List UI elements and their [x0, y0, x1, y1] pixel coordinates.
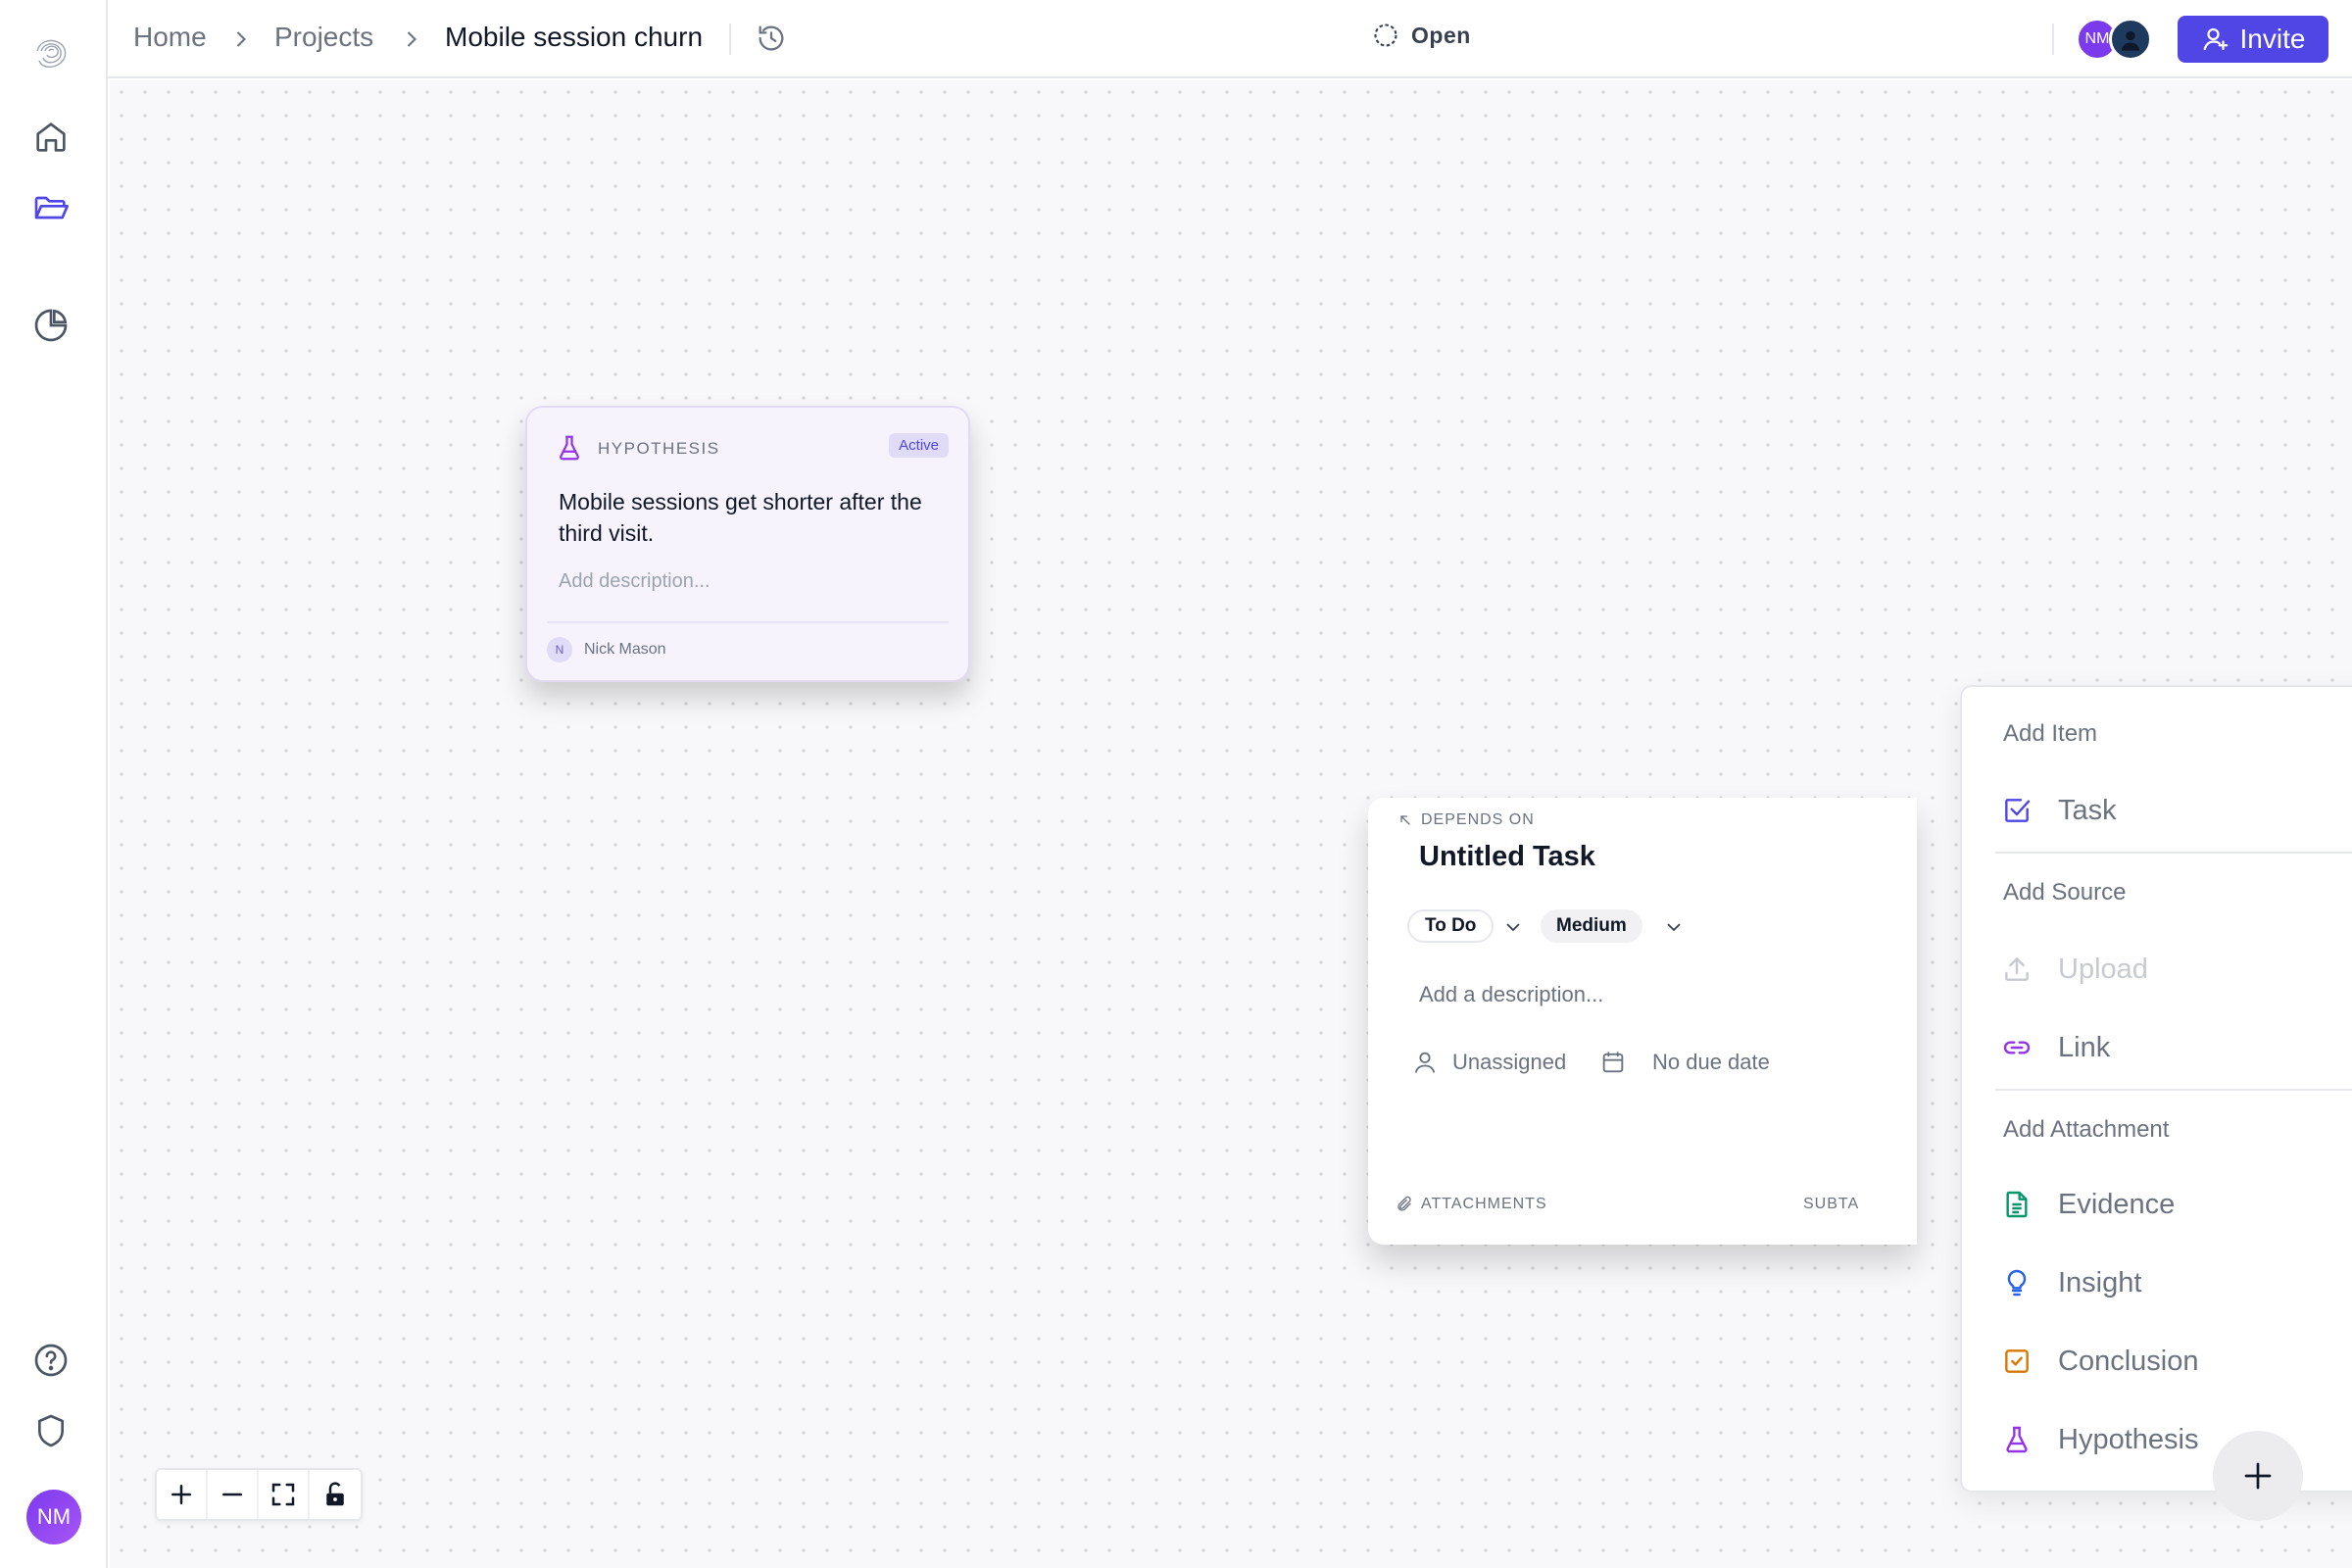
projects-folder-icon[interactable]	[27, 184, 74, 231]
card-title[interactable]: Mobile sessions get shorter after the th…	[559, 486, 951, 549]
invite-label: Invite	[2239, 24, 2306, 54]
flask-icon	[560, 435, 579, 461]
description-placeholder[interactable]: Add description...	[559, 570, 710, 593]
user-plus-icon	[2203, 27, 2228, 51]
assignee-field[interactable]: Unassigned	[1411, 1049, 1566, 1076]
owner-avatar: N	[547, 637, 572, 662]
add-fab-button[interactable]	[2213, 1431, 2303, 1521]
sidebar: NM	[0, 0, 108, 1568]
document-icon	[2006, 1191, 2028, 1218]
task-card[interactable]: DEPENDS ON Untitled Task To Do Medium Ad…	[1368, 798, 1917, 1245]
menu-divider	[1995, 1089, 2352, 1091]
card-divider	[547, 621, 949, 623]
zoom-in-button[interactable]	[157, 1470, 208, 1519]
canvas[interactable]: HYPOTHESIS Active Mobile sessions get sh…	[110, 80, 2352, 1568]
fit-view-button[interactable]	[259, 1470, 310, 1519]
menu-item-upload[interactable]: Upload U	[1962, 940, 2352, 999]
breadcrumb-projects[interactable]: Projects	[274, 22, 373, 53]
status-dropdown[interactable]: To Do	[1407, 909, 1494, 943]
user-icon	[1414, 1052, 1436, 1073]
card-type-label: HYPOTHESIS	[598, 439, 720, 458]
invite-button[interactable]: Invite	[2178, 16, 2328, 63]
plus-icon	[2244, 1462, 2272, 1490]
chevron-right-icon	[236, 31, 246, 47]
menu-divider	[1995, 852, 2352, 854]
menu-item-conclusion[interactable]: Conclusion C	[1962, 1332, 2352, 1391]
owner-name: Nick Mason	[584, 641, 666, 658]
breadcrumb-current[interactable]: Mobile session churn	[445, 22, 703, 53]
collaborator-photo-avatar[interactable]	[2109, 18, 2152, 61]
lock-button[interactable]	[310, 1470, 361, 1519]
arrow-up-left-icon	[1400, 815, 1410, 825]
header: Home Projects Mobile session churn Open …	[108, 0, 2352, 78]
chevron-right-icon	[407, 31, 416, 47]
shield-icon[interactable]	[27, 1407, 74, 1454]
menu-item-insight[interactable]: Insight I	[1962, 1253, 2352, 1312]
dashed-circle-icon	[1374, 24, 1397, 47]
analytics-pie-icon[interactable]	[27, 302, 74, 349]
status-label: Open	[1411, 22, 1471, 48]
user-avatar[interactable]: NM	[26, 1490, 81, 1544]
menu-item-task[interactable]: Task N	[1962, 781, 2352, 840]
chevron-down-icon[interactable]	[1501, 915, 1525, 939]
calendar-icon	[1602, 1052, 1624, 1073]
priority-dropdown[interactable]: Medium	[1541, 909, 1642, 943]
subtasks-section[interactable]: SUBTA	[1803, 1196, 1859, 1213]
link-icon	[2003, 1041, 2031, 1054]
attachments-section[interactable]: ATTACHMENTS	[1396, 1196, 1547, 1213]
plus-icon	[172, 1485, 191, 1504]
flask-icon	[2006, 1426, 2028, 1453]
upload-icon	[2005, 957, 2029, 981]
task-title[interactable]: Untitled Task	[1419, 841, 1595, 873]
due-date-field[interactable]: No due date	[1599, 1049, 1770, 1076]
chevron-down-icon[interactable]	[1662, 915, 1686, 939]
task-description-input[interactable]: Add a description...	[1419, 982, 1603, 1007]
logo-icon[interactable]	[27, 29, 74, 76]
lightbulb-icon	[2007, 1269, 2027, 1297]
person-silhouette-icon	[2121, 30, 2140, 51]
menu-section-add-item: Add Item	[2003, 720, 2098, 747]
unlock-icon	[326, 1482, 344, 1506]
card-owner[interactable]: N Nick Mason	[547, 637, 666, 662]
breadcrumb-home[interactable]: Home	[133, 22, 207, 53]
menu-section-add-source: Add Source	[2003, 879, 2127, 906]
menu-item-evidence[interactable]: Evidence E	[1962, 1175, 2352, 1234]
paperclip-icon	[1397, 1196, 1411, 1211]
check-square-icon	[2005, 1349, 2029, 1373]
help-icon[interactable]	[27, 1337, 74, 1384]
status-indicator[interactable]: Open	[1372, 22, 1471, 49]
fullscreen-icon	[271, 1483, 295, 1506]
hypothesis-card[interactable]: HYPOTHESIS Active Mobile sessions get sh…	[525, 406, 970, 682]
menu-section-add-attachment: Add Attachment	[2003, 1116, 2170, 1143]
zoom-out-button[interactable]	[208, 1470, 259, 1519]
zoom-controls	[155, 1468, 363, 1521]
minus-icon	[222, 1493, 242, 1496]
history-icon[interactable]	[755, 22, 788, 55]
home-icon[interactable]	[27, 114, 74, 161]
header-divider	[729, 24, 731, 55]
add-menu: Add Item Task N Add Source Upload U Link…	[1960, 685, 2352, 1493]
depends-on-label[interactable]: DEPENDS ON	[1397, 811, 1535, 829]
checkbox-icon	[2005, 799, 2031, 822]
menu-item-link[interactable]: Link L	[1962, 1018, 2352, 1077]
header-divider	[2052, 24, 2054, 55]
status-badge[interactable]: Active	[889, 433, 949, 458]
